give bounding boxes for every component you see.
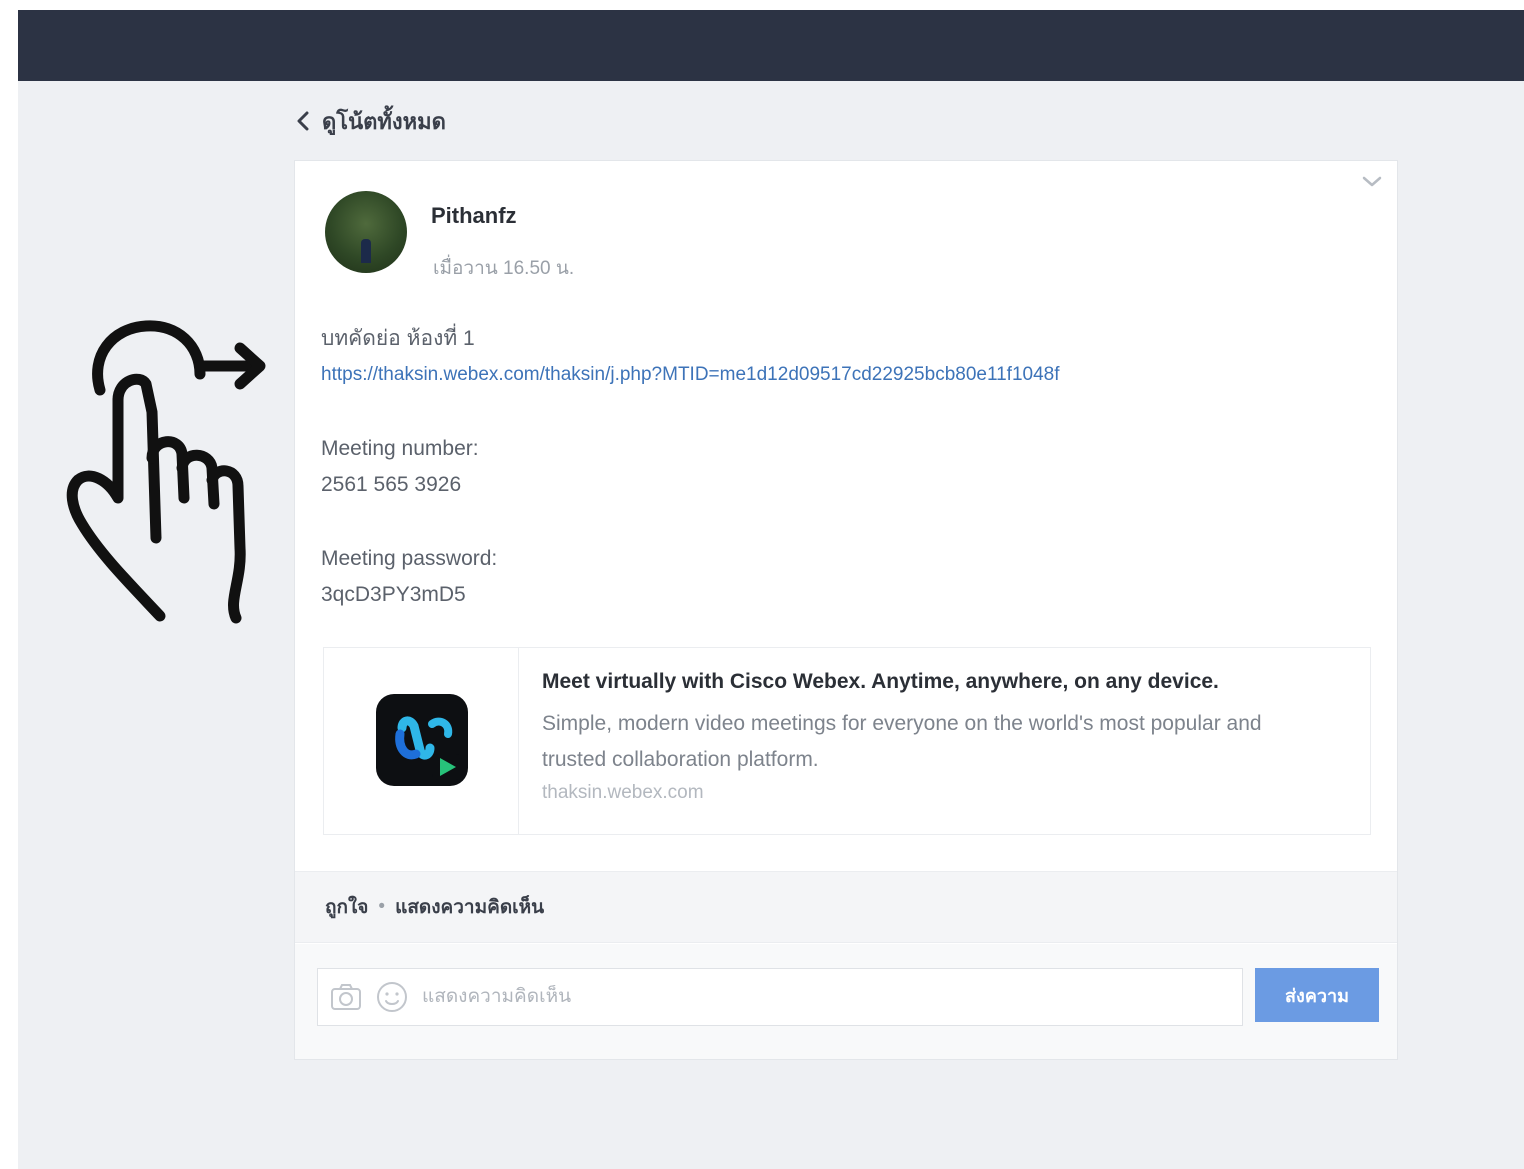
comment-button[interactable]: แสดงความคิดเห็น [395, 892, 544, 922]
camera-icon[interactable] [328, 979, 364, 1015]
top-bar [18, 10, 1524, 81]
submit-comment-button[interactable]: ส่งความ [1255, 968, 1379, 1022]
avatar[interactable] [325, 191, 407, 273]
reaction-separator: • [378, 896, 386, 917]
link-preview-thumbnail [324, 648, 519, 834]
meeting-number-label: Meeting number: [321, 437, 479, 460]
post-timestamp: เมื่อวาน 16.50 น. [433, 258, 575, 279]
meeting-link[interactable]: https://thaksin.webex.com/thaksin/j.php?… [321, 357, 1381, 393]
post-author[interactable]: Pithanfz [431, 203, 517, 229]
link-preview-domain: thaksin.webex.com [542, 782, 704, 803]
chevron-down-icon[interactable] [1361, 173, 1383, 191]
link-preview-card[interactable]: Meet virtually with Cisco Webex. Anytime… [323, 647, 1371, 835]
webex-logo-icon [376, 694, 468, 786]
back-link[interactable]: ดูโน้ตทั้งหมด [296, 106, 446, 136]
post-body: บทคัดย่อ ห้องที่ 1 https://thaksin.webex… [321, 321, 1381, 613]
swipe-hand-icon [66, 320, 266, 624]
emoji-icon[interactable] [374, 979, 410, 1015]
comment-input-box [317, 968, 1243, 1026]
chevron-left-icon [296, 110, 310, 132]
post-heading: บทคัดย่อ ห้องที่ 1 [321, 327, 475, 350]
meeting-password-label: Meeting password: [321, 547, 498, 570]
reaction-bar: ถูกใจ • แสดงความคิดเห็น [295, 871, 1397, 943]
like-button[interactable]: ถูกใจ [325, 892, 368, 922]
comment-composer: ส่งความ [295, 944, 1397, 1059]
link-preview-description: Simple, modern video meetings for everyo… [542, 712, 1262, 771]
meeting-number: 2561 565 3926 [321, 473, 462, 496]
back-link-label: ดูโน้ตทั้งหมด [322, 108, 446, 134]
comment-input[interactable] [420, 985, 1242, 1009]
meeting-password: 3qcD3PY3mD5 [321, 583, 466, 606]
post-card: Pithanfz เมื่อวาน 16.50 น. บทคัดย่อ ห้อง… [294, 160, 1398, 1060]
link-preview-title[interactable]: Meet virtually with Cisco Webex. Anytime… [542, 670, 1219, 694]
